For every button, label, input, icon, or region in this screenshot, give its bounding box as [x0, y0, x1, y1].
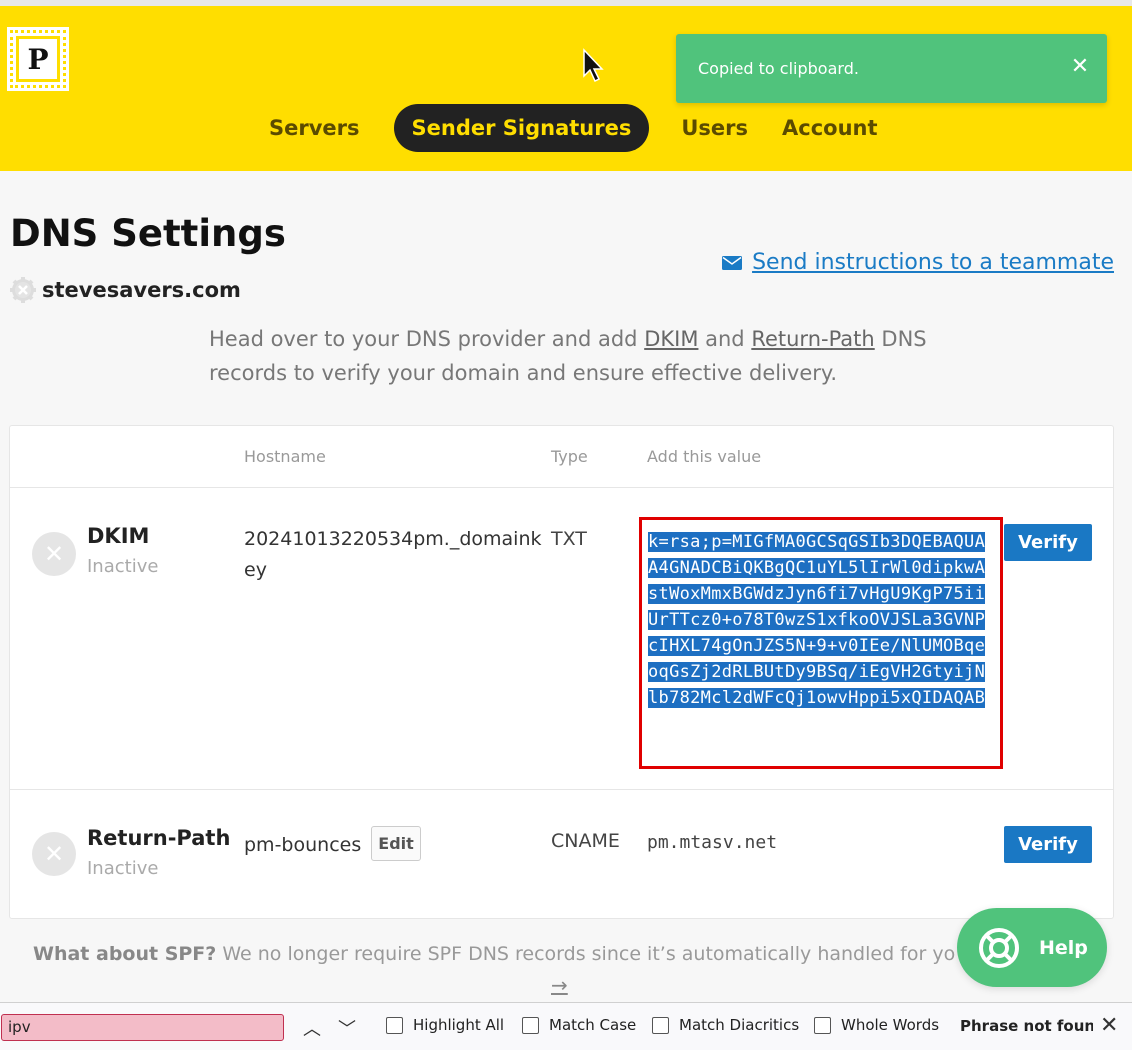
edit-button[interactable]: Edit: [371, 826, 421, 861]
domain-label: stevesavers.com: [10, 277, 241, 303]
gear-icon: [10, 277, 36, 303]
domain-name: stevesavers.com: [42, 278, 241, 302]
close-icon[interactable]: ✕: [1067, 54, 1093, 80]
chevron-up-icon[interactable]: ︿: [300, 1015, 324, 1041]
match-case-checkbox[interactable]: Match Case: [522, 1016, 636, 1034]
col-value: Add this value: [647, 447, 762, 466]
mouse-cursor-icon: [583, 48, 604, 83]
table-row-return-path: ✕ Return-Path Inactive pm-bounces Edit C…: [10, 790, 1113, 918]
logo-letter: P: [16, 36, 60, 82]
record-type: TXT: [551, 528, 587, 550]
send-instructions-label: Send instructions to a teammate: [752, 250, 1114, 275]
postmark-logo[interactable]: P: [7, 27, 69, 91]
nav-sender-signatures[interactable]: Sender Signatures: [393, 104, 650, 152]
dkim-value-highlight: k=rsa;p=MIGfMA0GCSqGSIb3DQEBAQUAA4GNADCB…: [639, 517, 1003, 769]
record-type: CNAME: [551, 830, 620, 852]
record-name: DKIM: [87, 524, 150, 548]
find-bar: ipv ︿ ﹀ Highlight All Match Case Match D…: [0, 1002, 1132, 1050]
find-status: Phrase not found: [960, 1017, 1093, 1035]
dkim-value[interactable]: k=rsa;p=MIGfMA0GCSqGSIb3DQEBAQUAA4GNADCB…: [648, 532, 986, 708]
return-path-value[interactable]: pm.mtasv.net: [647, 832, 777, 853]
inactive-x-icon: ✕: [32, 532, 76, 576]
return-path-link[interactable]: Return-Path: [751, 327, 874, 351]
record-hostname-wrap: pm-bounces Edit: [244, 826, 421, 861]
spf-note: What about SPF? We no longer require SPF…: [33, 943, 956, 965]
col-hostname: Hostname: [244, 447, 326, 466]
dns-records-table: Hostname Type Add this value ✕ DKIM Inac…: [9, 425, 1114, 919]
intro-text: Head over to your DNS provider and add D…: [209, 327, 927, 385]
chevron-down-icon[interactable]: ﹀: [335, 1015, 359, 1041]
col-type: Type: [551, 447, 588, 466]
toast-message: Copied to clipboard.: [698, 59, 859, 78]
inactive-x-icon: ✕: [32, 832, 76, 876]
match-diacritics-checkbox[interactable]: Match Diacritics: [652, 1016, 799, 1034]
verify-return-path-button[interactable]: Verify: [1004, 826, 1092, 863]
copied-toast: Copied to clipboard. ✕: [676, 34, 1107, 103]
find-input[interactable]: ipv: [1, 1014, 284, 1041]
record-name: Return-Path: [87, 826, 231, 850]
record-status: Inactive: [87, 858, 159, 879]
nav-account[interactable]: Account: [766, 104, 894, 152]
whole-words-checkbox[interactable]: Whole Words: [814, 1016, 939, 1034]
close-find-icon[interactable]: ✕: [1100, 1013, 1118, 1038]
page-title: DNS Settings: [10, 212, 286, 255]
dkim-link[interactable]: DKIM: [644, 327, 698, 351]
help-label: Help: [1039, 936, 1088, 959]
envelope-icon: [722, 255, 743, 270]
spf-arrow-icon[interactable]: →: [551, 973, 568, 997]
table-header: Hostname Type Add this value: [10, 426, 1113, 488]
send-instructions-link[interactable]: Send instructions to a teammate: [722, 250, 1114, 275]
record-status: Inactive: [87, 556, 159, 577]
nav-users[interactable]: Users: [665, 104, 764, 152]
table-row-dkim: ✕ DKIM Inactive 20241013220534pm._domain…: [10, 488, 1113, 790]
record-hostname: pm-bounces: [244, 834, 362, 856]
help-button[interactable]: Help: [957, 908, 1107, 987]
main-nav: Servers Sender Signatures Users Account: [253, 104, 896, 152]
record-hostname: 20241013220534pm._domainkey: [244, 528, 542, 581]
nav-servers[interactable]: Servers: [253, 104, 376, 152]
highlight-all-checkbox[interactable]: Highlight All: [386, 1016, 504, 1034]
verify-dkim-button[interactable]: Verify: [1004, 524, 1092, 561]
lifebuoy-icon: [979, 927, 1019, 968]
